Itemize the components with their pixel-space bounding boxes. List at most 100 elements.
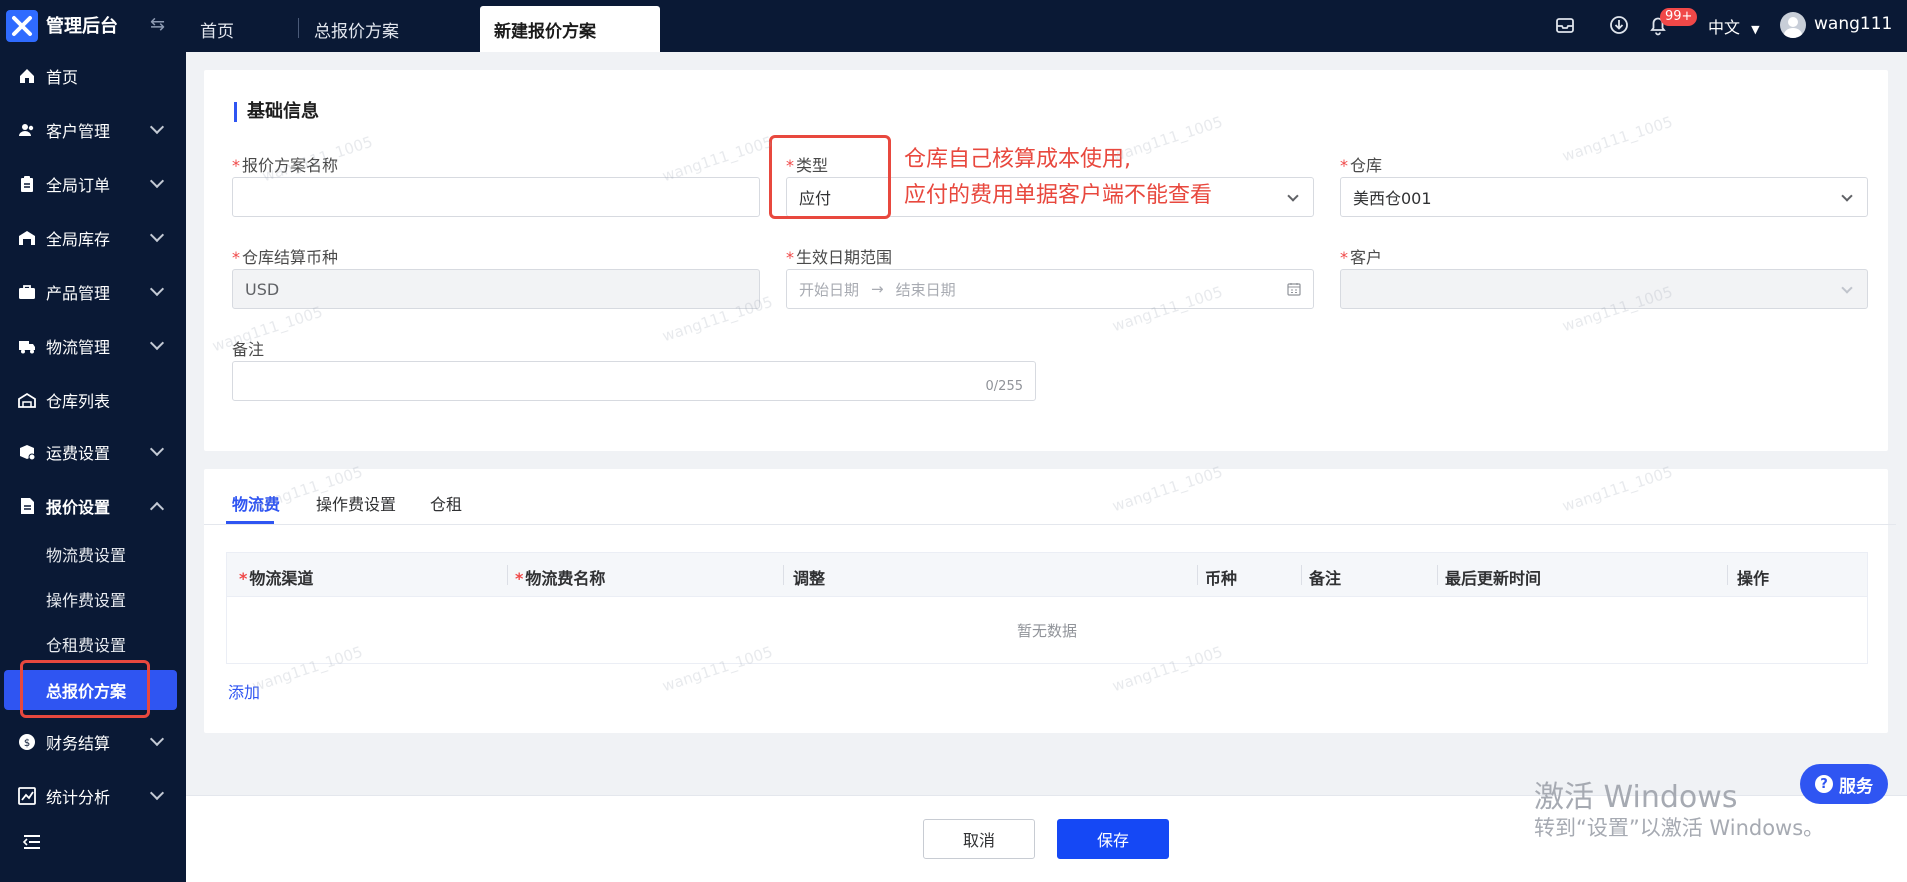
required-mark: * (232, 248, 240, 267)
tabs-divider (204, 524, 1896, 525)
sidebar-item-label: 报价设置 (46, 498, 111, 517)
remark-textarea[interactable]: 0/255 (232, 361, 1036, 401)
column-separator (1437, 565, 1438, 585)
annotation-text: 仓库自己核算成本使用, 应付的费用单据客户端不能查看 (904, 147, 1213, 208)
chevron-down-icon (1287, 190, 1299, 202)
required-mark: * (232, 156, 240, 175)
plan-name-label: * 报价方案名称 (232, 156, 339, 175)
language-selector[interactable]: 中文 ▼ (1708, 14, 1760, 38)
currency-input: USD (232, 269, 760, 309)
char-counter: 0/255 (985, 379, 1023, 394)
sidebar-item-label: 客户管理 (46, 122, 111, 141)
cancel-button[interactable]: 取消 (923, 819, 1035, 859)
column-header-fee-name: * 物流费名称 (515, 569, 606, 588)
required-mark: * (786, 248, 794, 267)
arrow-right-icon: → (871, 280, 884, 298)
package-icon (20, 445, 36, 461)
add-row-link[interactable]: 添加 (228, 679, 260, 703)
sidebar-subitem-storage-fee[interactable]: 仓租费设置 (0, 624, 186, 664)
briefcase-icon (19, 285, 35, 299)
coin-icon: $ (19, 734, 35, 750)
tab-storage-rent[interactable]: 仓租 (430, 491, 462, 515)
fee-settings-card: 物流费 操作费设置 仓租 * 物流渠道 * 物流费名称 调整 币种 备注 最后更新时… (204, 469, 1896, 733)
windows-activation-title: 激活 Windows (1534, 780, 1738, 815)
chevron-down-icon (149, 281, 165, 297)
chevron-down-icon (149, 173, 165, 189)
column-header-actions: 操作 (1737, 569, 1770, 588)
sidebar-subitem-operation-fee[interactable]: 操作费设置 (0, 579, 186, 619)
warehouse-select[interactable]: 美西仓001 (1340, 177, 1868, 217)
app-title: 管理后台 (46, 16, 118, 37)
app-logo-icon (6, 10, 38, 42)
section-title: 基础信息 (234, 102, 319, 122)
inbox-icon[interactable] (1554, 14, 1576, 36)
warehouse-icon (19, 231, 35, 245)
remark-label: 备注 (232, 340, 265, 359)
home-icon (20, 69, 34, 83)
column-header-adjustment: 调整 (793, 569, 826, 588)
chevron-down-icon (149, 227, 165, 243)
customer-label: * 客户 (1340, 248, 1383, 267)
end-date-placeholder[interactable]: 结束日期 (896, 279, 956, 300)
tab-home[interactable]: 首页 (186, 6, 248, 52)
sidebar-item-home[interactable]: 首页 (0, 54, 186, 98)
sidebar-item-warehouses[interactable]: 仓库列表 (0, 378, 186, 422)
tab-quote-plans[interactable]: 总报价方案 (300, 6, 413, 52)
sidebar-item-products[interactable]: 产品管理 (0, 270, 186, 314)
sidebar-subitem-label: 物流费设置 (46, 546, 127, 565)
chevron-down-icon (149, 119, 165, 135)
warehouse-label: * 仓库 (1340, 156, 1383, 175)
chevron-down-icon (1841, 190, 1853, 202)
chevron-down-icon (149, 785, 165, 801)
column-header-remark: 备注 (1309, 569, 1342, 588)
table-header: * 物流渠道 * 物流费名称 调整 币种 备注 最后更新时间 操作 (227, 553, 1867, 597)
service-label: 服务 (1839, 776, 1873, 797)
fee-table: * 物流渠道 * 物流费名称 调整 币种 备注 最后更新时间 操作 暂无数据 (226, 552, 1868, 664)
sidebar-subitem-logistics-fee[interactable]: 物流费设置 (0, 534, 186, 574)
sidebar: 首页 客户管理 全局订单 全局库存 产品管理 物流管理 仓库列表 运费设置 报价… (0, 52, 186, 882)
tab-new-quote-plan[interactable]: 新建报价方案 (480, 6, 660, 52)
sidebar-item-label: 全局库存 (46, 230, 111, 249)
tab-separator (298, 18, 299, 38)
sidebar-item-inventory[interactable]: 全局库存 (0, 216, 186, 260)
save-button[interactable]: 保存 (1057, 819, 1169, 859)
building-icon (18, 392, 36, 408)
currency-label: * 仓库结算币种 (232, 248, 339, 267)
plan-name-input[interactable] (232, 177, 760, 217)
basic-info-card: 基础信息 * 报价方案名称 * 类型 应付 仓库自己核算成本使用, 应付的费用单据客… (204, 70, 1888, 451)
truck-icon (19, 341, 35, 354)
date-range-label: * 生效日期范围 (786, 248, 893, 267)
calendar-icon (1287, 283, 1301, 296)
warehouse-select-value: 美西仓001 (1353, 189, 1432, 208)
required-mark: * (1340, 156, 1348, 175)
chevron-down-icon (149, 441, 165, 457)
sidebar-item-quote-settings[interactable]: 报价设置 (0, 484, 186, 528)
sidebar-item-orders[interactable]: 全局订单 (0, 162, 186, 206)
sidebar-item-customers[interactable]: 客户管理 (0, 108, 186, 152)
required-mark: * (1340, 248, 1348, 267)
sidebar-subitem-label: 操作费设置 (46, 591, 127, 610)
username[interactable]: wang111 (1814, 14, 1892, 34)
type-annotation-box (769, 135, 891, 219)
start-date-placeholder[interactable]: 开始日期 (799, 279, 859, 300)
menu-collapse-icon[interactable] (22, 832, 42, 852)
help-icon: ? (1815, 775, 1833, 793)
empty-state: 暂无数据 (1016, 621, 1077, 640)
tab-logistics-fee[interactable]: 物流费 (232, 491, 280, 515)
notification-badge: 99+ (1660, 8, 1698, 26)
service-button[interactable]: ? 服务 (1800, 764, 1888, 804)
avatar[interactable] (1780, 12, 1806, 38)
date-range-picker[interactable]: 开始日期 → 结束日期 (786, 269, 1314, 309)
sidebar-item-shipping-fees[interactable]: 运费设置 (0, 430, 186, 474)
swap-toggle-icon[interactable]: ⇆ (150, 14, 165, 35)
sidebar-item-logistics[interactable]: 物流管理 (0, 324, 186, 368)
sidebar-item-finance[interactable]: $ 财务结算 (0, 720, 186, 764)
sidebar-item-label: 运费设置 (46, 444, 111, 463)
sidebar-item-analytics[interactable]: 统计分析 (0, 774, 186, 818)
column-header-channel: * 物流渠道 (239, 569, 314, 588)
column-header-updated-at: 最后更新时间 (1445, 569, 1542, 588)
download-icon[interactable] (1608, 14, 1630, 36)
tab-operation-fee[interactable]: 操作费设置 (316, 491, 396, 515)
sidebar-item-label: 产品管理 (46, 284, 111, 303)
sidebar-subitem-label: 仓租费设置 (46, 636, 127, 655)
